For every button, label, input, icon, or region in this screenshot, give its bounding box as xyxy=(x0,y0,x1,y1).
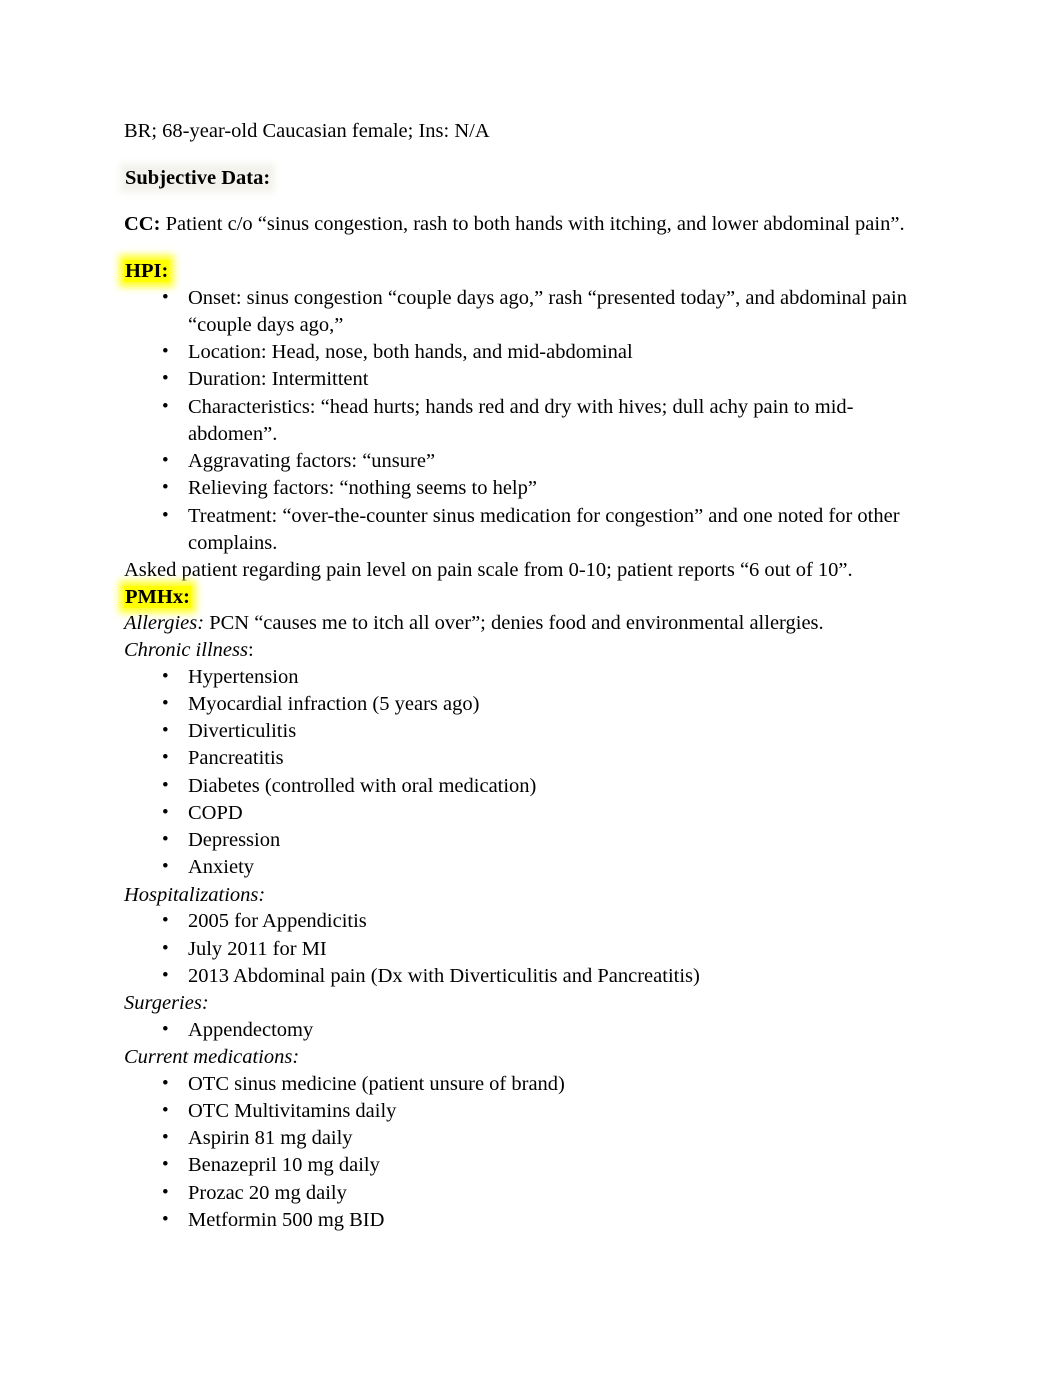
list-item: 2005 for Appendicitis xyxy=(124,908,938,935)
list-item: Metformin 500 mg BID xyxy=(124,1207,938,1234)
subjective-data-heading-row: Subjective Data: xyxy=(124,165,938,192)
hospitalizations-list: 2005 for Appendicitis July 2011 for MI 2… xyxy=(124,908,938,990)
list-item: Onset: sinus congestion “couple days ago… xyxy=(124,285,938,340)
chronic-illness-list: Hypertension Myocardial infraction (5 ye… xyxy=(124,664,938,882)
hospitalizations-label: Hospitalizations: xyxy=(124,883,266,906)
chronic-illness-label-colon: : xyxy=(247,638,254,661)
subjective-data-heading: Subjective Data: xyxy=(124,166,272,189)
pmhx-heading-row: PMHx: xyxy=(124,584,938,611)
list-item: Relieving factors: “nothing seems to hel… xyxy=(124,475,938,502)
allergies-label: Allergies: xyxy=(124,612,205,635)
pmhx-heading: PMHx: xyxy=(124,585,191,608)
cc-text: Patient c/o “sinus congestion, rash to b… xyxy=(160,213,905,236)
chronic-illness-label: Chronic illness xyxy=(124,638,248,661)
surgeries-list: Appendectomy xyxy=(124,1017,938,1044)
hpi-heading-row: HPI: xyxy=(124,258,938,285)
list-item: Diabetes (controlled with oral medicatio… xyxy=(124,773,938,800)
list-item: Duration: Intermittent xyxy=(124,366,938,393)
allergies-text: PCN “causes me to itch all over”; denies… xyxy=(204,612,824,635)
list-item: Anxiety xyxy=(124,854,938,881)
list-item: 2013 Abdominal pain (Dx with Diverticuli… xyxy=(124,963,938,990)
hpi-bullet-list: Onset: sinus congestion “couple days ago… xyxy=(124,285,938,558)
pain-scale-line: Asked patient regarding pain level on pa… xyxy=(124,559,853,582)
list-item: Myocardial infraction (5 years ago) xyxy=(124,691,938,718)
chronic-illness-label-row: Chronic illness: xyxy=(124,637,938,664)
list-item: Aspirin 81 mg daily xyxy=(124,1125,938,1152)
list-item: OTC sinus medicine (patient unsure of br… xyxy=(124,1071,938,1098)
list-item: Prozac 20 mg daily xyxy=(124,1180,938,1207)
list-item: COPD xyxy=(124,800,938,827)
document-body: BR; 68-year-old Caucasian female; Ins: N… xyxy=(124,118,938,1234)
document-page: BR; 68-year-old Caucasian female; Ins: N… xyxy=(0,0,1062,1377)
chief-complaint-row: CC: Patient c/o “sinus congestion, rash … xyxy=(124,211,938,238)
list-item: July 2011 for MI xyxy=(124,936,938,963)
list-item: Benazepril 10 mg daily xyxy=(124,1152,938,1179)
list-item: Aggravating factors: “unsure” xyxy=(124,448,938,475)
list-item: Treatment: “over-the-counter sinus medic… xyxy=(124,503,938,558)
list-item: Characteristics: “head hurts; hands red … xyxy=(124,394,938,449)
current-medications-list: OTC sinus medicine (patient unsure of br… xyxy=(124,1071,938,1235)
surgeries-label: Surgeries: xyxy=(124,992,209,1015)
list-item: Hypertension xyxy=(124,664,938,691)
list-item: Appendectomy xyxy=(124,1017,938,1044)
list-item: Diverticulitis xyxy=(124,718,938,745)
list-item: Location: Head, nose, both hands, and mi… xyxy=(124,339,938,366)
list-item: Depression xyxy=(124,827,938,854)
hpi-heading: HPI: xyxy=(124,259,170,282)
current-medications-label: Current medications: xyxy=(124,1045,300,1068)
list-item: OTC Multivitamins daily xyxy=(124,1098,938,1125)
list-item: Pancreatitis xyxy=(124,745,938,772)
allergies-row: Allergies: PCN “causes me to itch all ov… xyxy=(124,610,938,637)
patient-header-line: BR; 68-year-old Caucasian female; Ins: N… xyxy=(124,120,490,142)
cc-label: CC: xyxy=(124,213,161,236)
